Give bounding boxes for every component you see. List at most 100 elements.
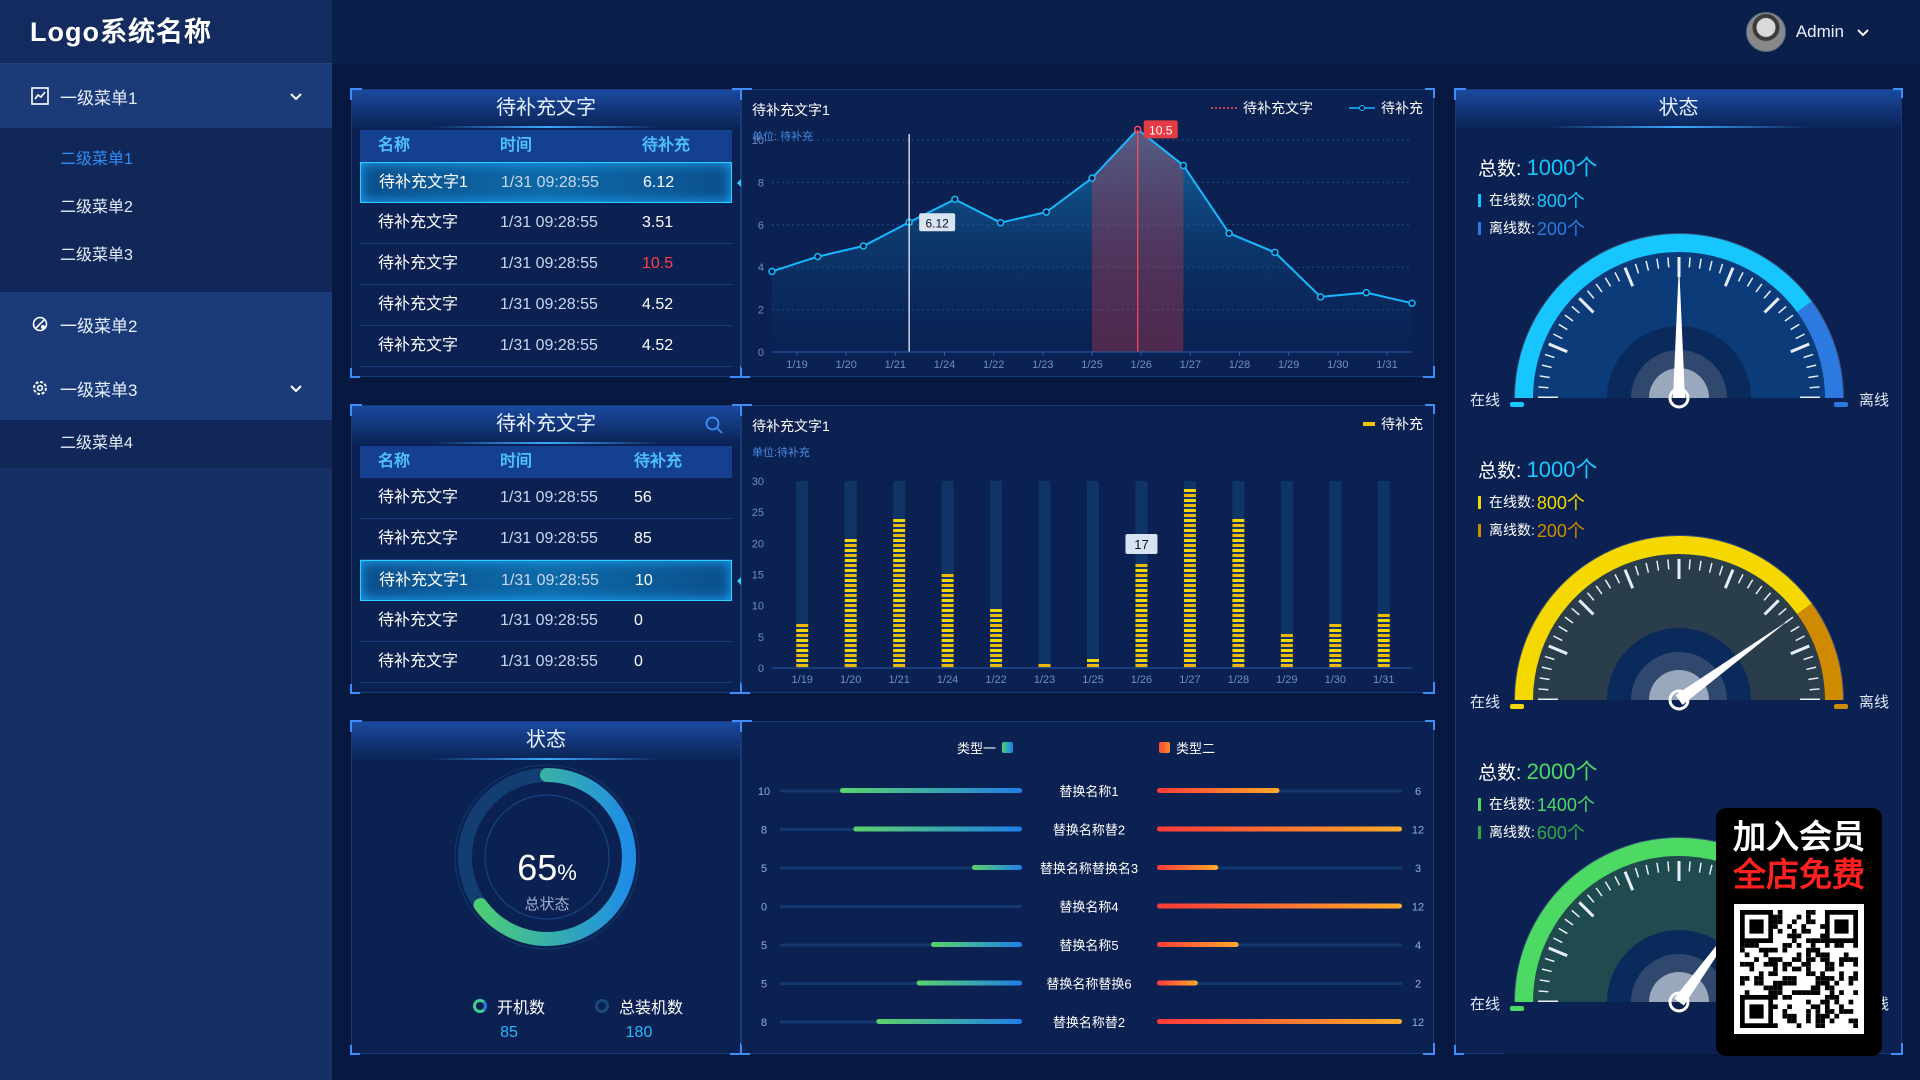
cell: 待补充文字 (378, 489, 459, 506)
qr-module (1839, 990, 1844, 995)
bar-segment (1232, 534, 1245, 537)
qr-module (1820, 1023, 1825, 1028)
search-icon[interactable] (704, 415, 724, 435)
x-tick-label: 1/29 (1278, 359, 1299, 371)
qr-module (1829, 985, 1835, 991)
bar-segment (1183, 604, 1196, 607)
sidebar-item-menu2[interactable]: 一级菜单2 (0, 292, 332, 356)
qr-module (1829, 1009, 1835, 1014)
qr-module (1815, 1004, 1821, 1010)
qr-module (1824, 980, 1830, 986)
qr-module (1829, 976, 1835, 981)
table-row[interactable]: 待补充文字 1/31 09:28:55 0 (360, 601, 732, 642)
sidebar-item-menu3[interactable]: 一级菜单3 (0, 356, 332, 420)
left-bar (916, 980, 1022, 986)
qr-module (1806, 999, 1811, 1005)
qr-module (1773, 914, 1778, 920)
qr-module (1810, 985, 1816, 991)
gauge-tick (1538, 990, 1549, 993)
cell: 1/31 09:28:55 (500, 530, 598, 547)
bar-segment (844, 644, 857, 647)
qr-module (1824, 1004, 1830, 1010)
cell: 1/31 09:28:55 (500, 255, 598, 272)
table-row[interactable]: 待补充文字 1/31 09:28:55 4.52 (360, 285, 732, 326)
cell: 3.51 (642, 214, 674, 231)
bar-segment (1183, 534, 1196, 537)
qr-module (1815, 980, 1821, 986)
bar-segment (1232, 644, 1245, 647)
sidebar-item-label: 一级菜单2 (60, 316, 138, 336)
qr-module (1787, 980, 1792, 986)
bar-chart-panel: 待补充文字1 单位:待补充 待补充 0 5 10 15 20 25 30 1/19 1/20 1/… (740, 404, 1435, 694)
sidebar-subitem-3[interactable]: 二级菜单3 (0, 232, 332, 280)
sidebar-item-label: 一级菜单1 (60, 88, 138, 108)
qr-module (1740, 961, 1745, 967)
qr-module (1829, 966, 1835, 972)
cell: 4.52 (642, 296, 674, 313)
qr-module (1787, 1013, 1792, 1019)
data-point (1316, 293, 1325, 301)
qr-module (1815, 938, 1821, 944)
legend-label: 开机数 (496, 1000, 545, 1017)
qr-module (1839, 957, 1844, 962)
data-point (1042, 208, 1051, 216)
bar-segment (796, 639, 809, 642)
bar-segment (1135, 629, 1148, 632)
bar-segment (844, 569, 857, 572)
data-point (1088, 174, 1096, 182)
tooltip-label: 6.12 (925, 216, 949, 230)
bar-segment (941, 614, 954, 617)
qr-module (1773, 985, 1778, 991)
table-row[interactable]: 待补充文字 1/31 09:28:55 3.51 (360, 203, 732, 244)
table-row[interactable]: 待补充文字 1/31 09:28:55 0 (360, 642, 732, 683)
bar-segment (990, 619, 1003, 622)
bar-segment (1329, 629, 1342, 632)
left-value: 0 (761, 902, 767, 914)
qr-module (1843, 1009, 1849, 1014)
data-point (1179, 161, 1188, 170)
qr-module (1853, 971, 1858, 977)
qr-module (1791, 976, 1797, 981)
panel-title: 状态 (352, 722, 740, 762)
table-row[interactable]: 待补充文字1 1/31 09:28:55 10 (360, 560, 732, 601)
qr-module (1773, 971, 1778, 977)
promo-badge[interactable]: 加入会员 全店免费 (1716, 808, 1882, 1056)
sidebar-item-menu1[interactable]: 一级菜单1 (0, 64, 332, 128)
table-row[interactable]: 待补充文字 1/31 09:28:55 4.52 (360, 326, 732, 367)
sidebar-subitem-4[interactable]: 二级菜单4 (0, 420, 332, 468)
bar-segment (1232, 604, 1245, 607)
qr-module (1777, 957, 1783, 962)
table-row[interactable]: 待补充文字 1/31 09:28:55 10.5 (360, 244, 732, 285)
qr-module (1782, 976, 1788, 981)
cell: 6.12 (643, 174, 675, 191)
x-tick-label: 1/20 (840, 674, 861, 686)
bar-segment (796, 634, 809, 637)
x-tick-label: 1/28 (1228, 674, 1249, 686)
bar-segment (1135, 644, 1148, 647)
table-row[interactable]: 待补充文字1 1/31 09:28:55 6.12 (360, 162, 732, 203)
user-menu[interactable]: Admin (1745, 12, 1870, 52)
x-tick-label: 1/28 (1229, 359, 1250, 371)
y-tick-label: 10 (752, 135, 764, 147)
x-tick-label: 1/25 (1082, 674, 1103, 686)
sidebar-subitem-1[interactable]: 二级菜单1 (0, 136, 332, 184)
qr-module (1749, 966, 1755, 972)
qr-module (1829, 961, 1835, 967)
chevron-down-icon (290, 385, 302, 393)
bar-segment (1329, 644, 1342, 647)
table-row[interactable]: 待补充文字 1/31 09:28:55 85 (360, 519, 732, 560)
right-bar (1157, 903, 1402, 909)
y-tick-label: 2 (758, 305, 764, 317)
x-tick-label: 1/31 (1373, 674, 1394, 686)
qr-module (1758, 980, 1764, 986)
bar-segment (1135, 654, 1148, 657)
qr-module (1749, 961, 1755, 967)
qr-module (1839, 1004, 1844, 1010)
qr-module (1806, 1018, 1811, 1024)
qr-module (1740, 980, 1745, 986)
right-bar (1157, 1019, 1402, 1024)
table-row[interactable]: 待补充文字 1/31 09:28:55 56 (360, 478, 732, 519)
qr-module (1820, 933, 1825, 939)
sidebar-subitem-2[interactable]: 二级菜单2 (0, 184, 332, 232)
qr-module (1787, 1004, 1792, 1010)
